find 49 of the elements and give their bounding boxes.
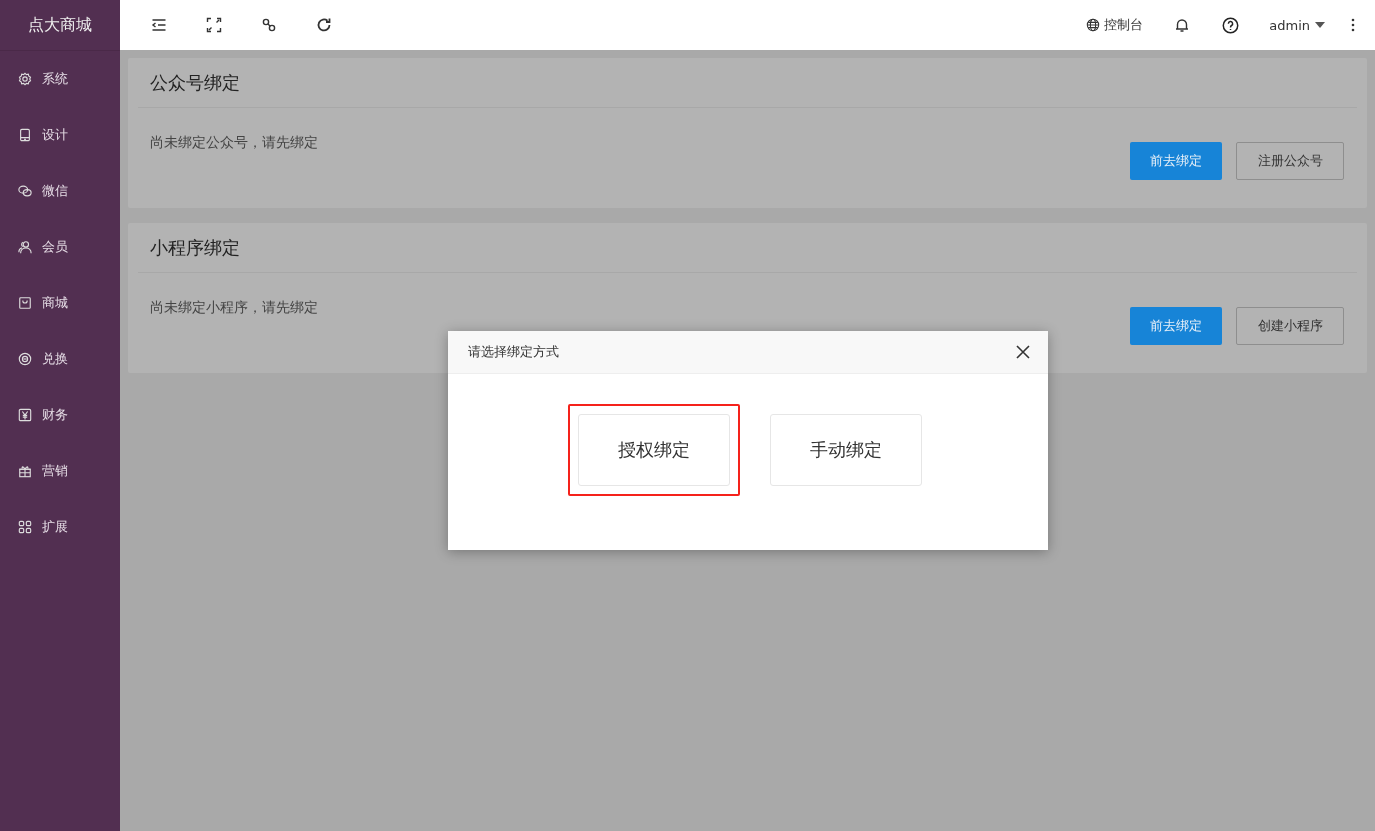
card-message: 尚未绑定小程序，请先绑定 — [150, 299, 318, 317]
bag-icon — [18, 296, 32, 310]
card-title: 公众号绑定 — [138, 58, 1357, 108]
console-link[interactable]: 控制台 — [1086, 16, 1144, 34]
globe-icon — [1086, 18, 1101, 32]
secondary-button[interactable]: 创建小程序 — [1236, 307, 1344, 345]
primary-button[interactable]: 前去绑定 — [1130, 307, 1222, 345]
user-menu[interactable]: admin — [1269, 17, 1325, 33]
tablet-icon — [18, 128, 32, 142]
option-button[interactable]: 手动绑定 — [769, 414, 922, 486]
yen-icon — [18, 408, 32, 422]
chat-icon — [18, 184, 32, 198]
close-icon[interactable] — [1016, 345, 1030, 359]
sidebar-item-label: 会员 — [42, 238, 68, 256]
caret-icon — [1315, 22, 1325, 28]
dialog-title: 请选择绑定方式 — [468, 343, 559, 361]
sidebar-item[interactable]: 会员 — [0, 219, 120, 275]
sidebar-item-label: 营销 — [42, 462, 68, 480]
sidebar-item-label: 财务 — [42, 406, 68, 424]
primary-button[interactable]: 前去绑定 — [1130, 142, 1222, 180]
card-message: 尚未绑定公众号，请先绑定 — [150, 134, 318, 152]
help-icon[interactable] — [1221, 16, 1240, 34]
sidebar-item-label: 微信 — [42, 182, 68, 200]
gift-icon — [18, 464, 32, 478]
coin-icon — [18, 352, 32, 366]
more-icon[interactable] — [1351, 18, 1355, 32]
grid-icon — [18, 520, 32, 534]
sidebar-item-label: 兑换 — [42, 350, 68, 368]
fullscreen-icon[interactable] — [205, 16, 223, 34]
sidebar-item[interactable]: 设计 — [0, 107, 120, 163]
sidebar-item-label: 系统 — [42, 70, 68, 88]
sidebar-item-label: 扩展 — [42, 518, 68, 536]
sidebar-item[interactable]: 扩展 — [0, 499, 120, 555]
sidebar-item[interactable]: 商城 — [0, 275, 120, 331]
menu-collapse-icon[interactable] — [150, 16, 168, 34]
link-icon[interactable] — [260, 16, 278, 34]
sidebar-item[interactable]: 系统 — [0, 51, 120, 107]
sidebar-item[interactable]: 微信 — [0, 163, 120, 219]
sidebar-item-label: 设计 — [42, 126, 68, 144]
sidebar-item[interactable]: 财务 — [0, 387, 120, 443]
users-icon — [18, 240, 32, 254]
option-button[interactable]: 授权绑定 — [577, 414, 730, 486]
sidebar-item[interactable]: 兑换 — [0, 331, 120, 387]
refresh-icon[interactable] — [315, 16, 333, 34]
sidebar-item[interactable]: 营销 — [0, 443, 120, 499]
card-title: 小程序绑定 — [138, 223, 1357, 273]
secondary-button[interactable]: 注册公众号 — [1236, 142, 1344, 180]
sidebar-item-label: 商城 — [42, 294, 68, 312]
gear-icon — [18, 72, 32, 86]
